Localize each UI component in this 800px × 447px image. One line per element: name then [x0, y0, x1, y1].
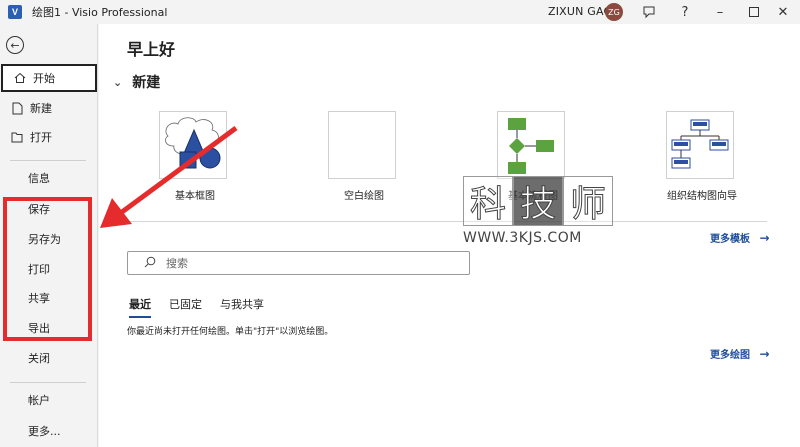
- watermark-url: WWW.3KJS.COM: [463, 230, 582, 246]
- watermark-char: 科: [463, 176, 513, 226]
- watermark: 科 技 师 WWW.3KJS.COM: [463, 176, 623, 246]
- watermark-char: 师: [563, 176, 613, 226]
- annotation-arrow: [100, 125, 238, 228]
- watermark-char: 技: [513, 176, 563, 226]
